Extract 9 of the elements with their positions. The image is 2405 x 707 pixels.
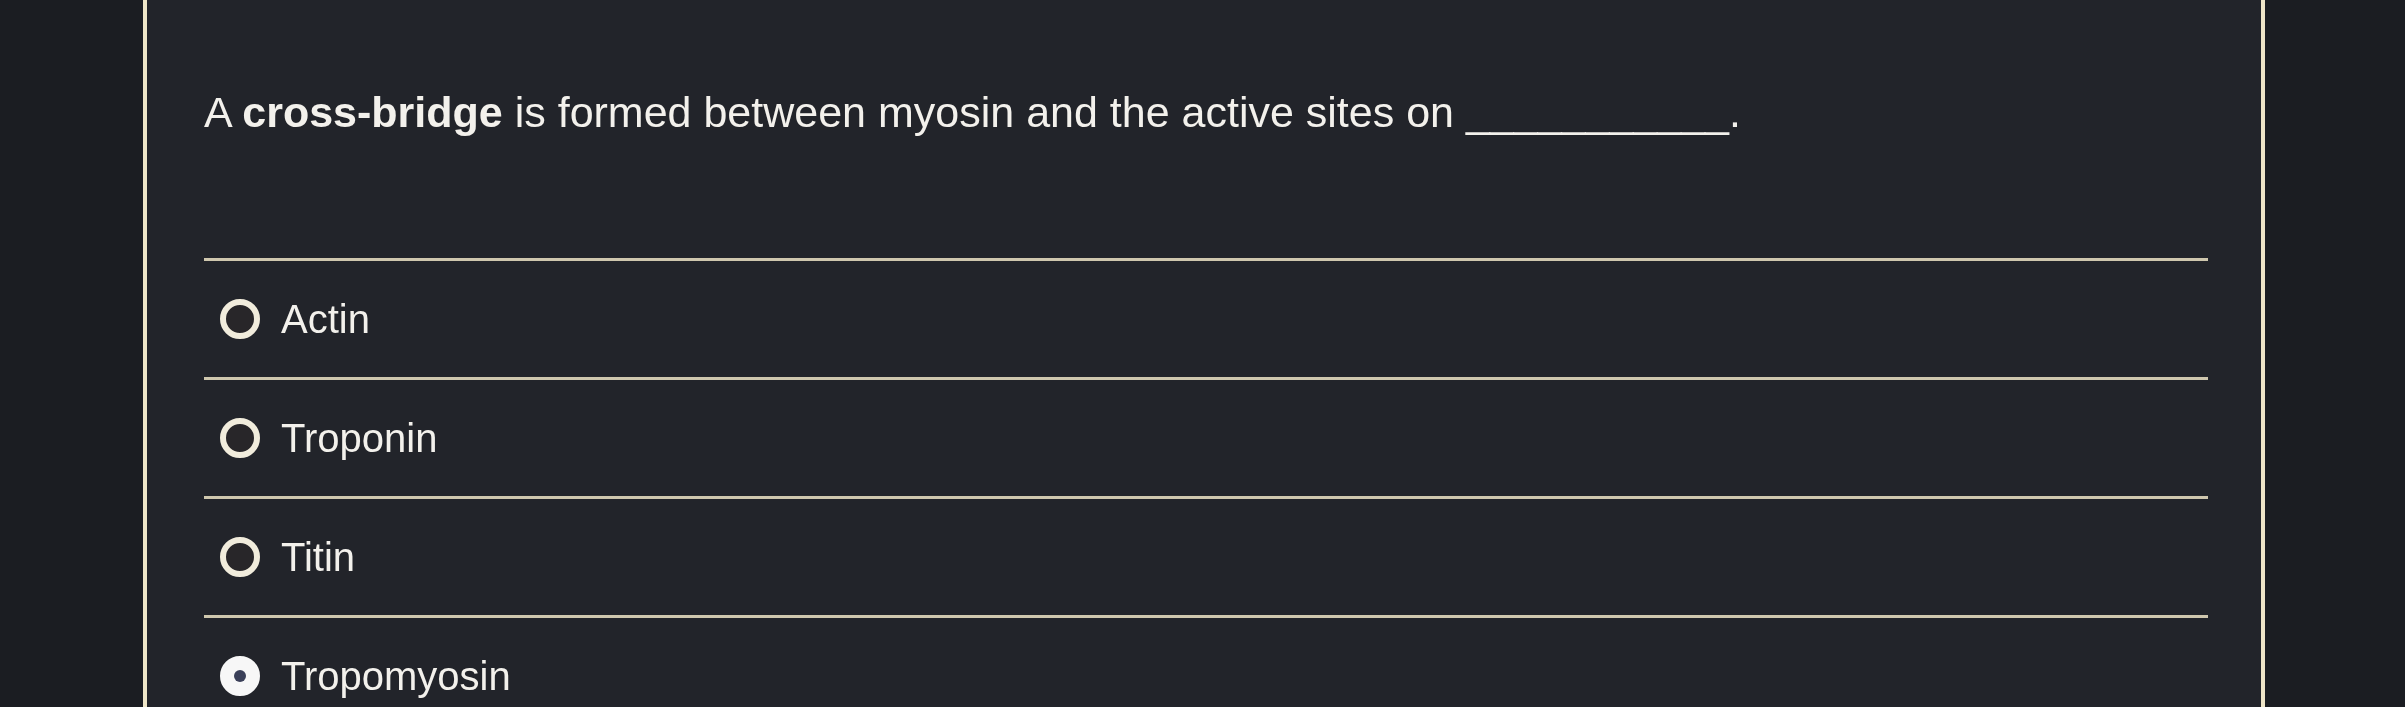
- radio-button[interactable]: [220, 418, 260, 458]
- option-label[interactable]: Troponin: [281, 417, 438, 459]
- question-text: A cross-bridge is formed between myosin and the active sites on ___________.: [204, 88, 1741, 136]
- radio-button[interactable]: [220, 537, 260, 577]
- radio-button[interactable]: [220, 299, 260, 339]
- option-label[interactable]: Tropomyosin: [281, 655, 511, 697]
- option-label[interactable]: Titin: [281, 536, 356, 578]
- option-label[interactable]: Actin: [281, 298, 370, 340]
- radio-button[interactable]: [220, 656, 260, 696]
